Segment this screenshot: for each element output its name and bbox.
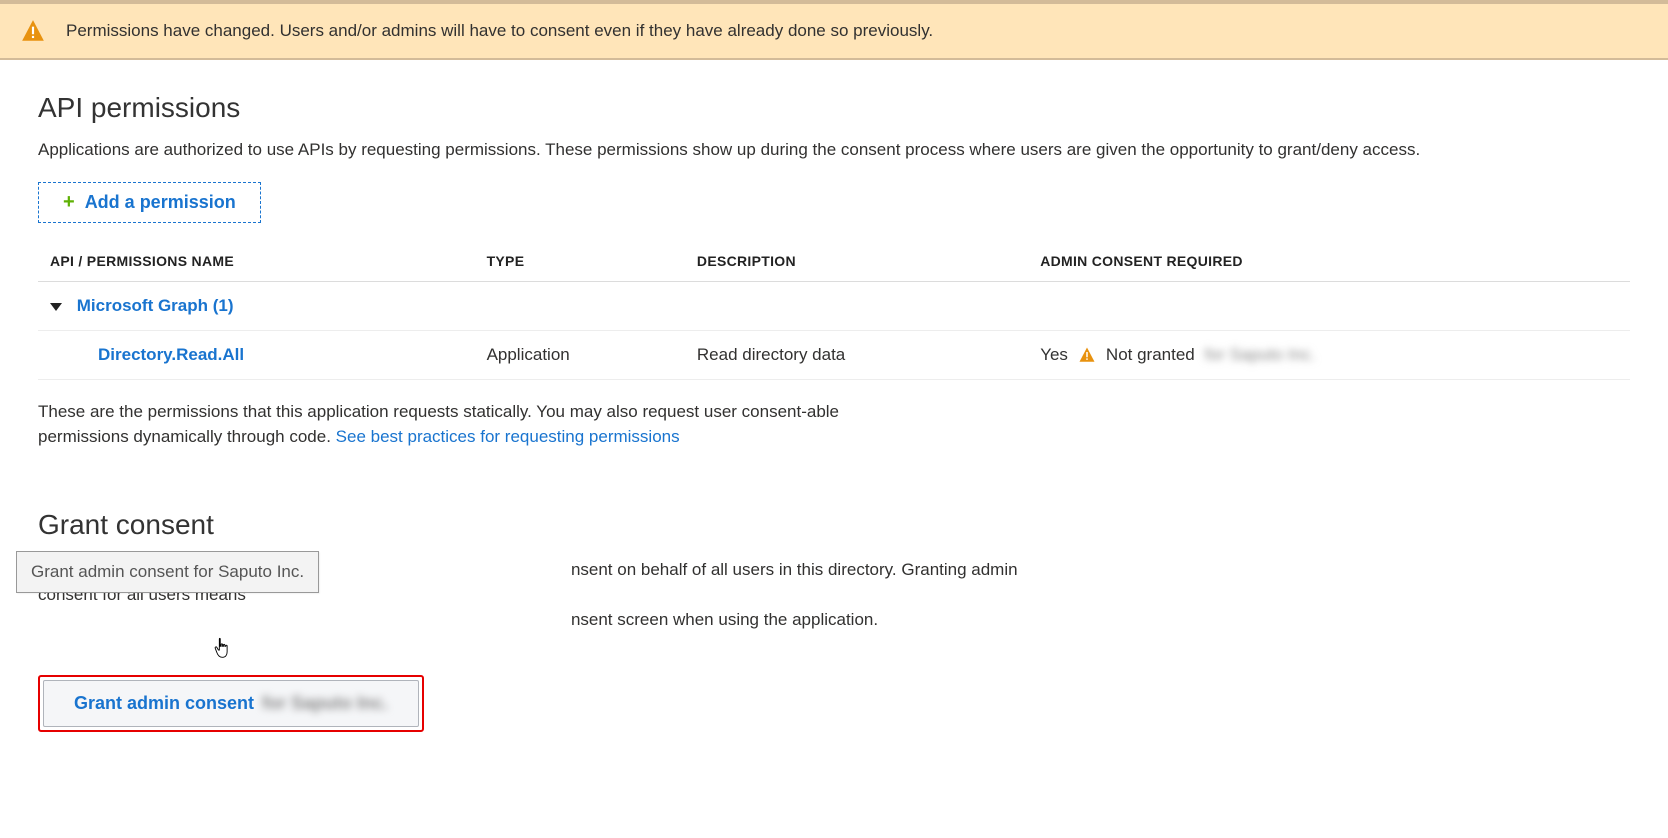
notification-text: Permissions have changed. Users and/or a… <box>66 21 933 41</box>
permissions-table: API / PERMISSIONS NAME TYPE DESCRIPTION … <box>38 241 1630 380</box>
api-permissions-description: Applications are authorized to use APIs … <box>38 140 1630 160</box>
add-permission-button[interactable]: + Add a permission <box>38 182 261 223</box>
col-type: TYPE <box>475 241 685 282</box>
table-header-row: API / PERMISSIONS NAME TYPE DESCRIPTION … <box>38 241 1630 282</box>
main-content: API permissions Applications are authori… <box>0 60 1668 764</box>
api-group-row[interactable]: Microsoft Graph (1) <box>38 282 1630 331</box>
api-permissions-title: API permissions <box>38 92 1630 124</box>
consent-status-cell: Yes Not granted for Saputo Inc. <box>1040 345 1622 365</box>
notification-bar: Permissions have changed. Users and/or a… <box>0 0 1668 60</box>
grant-button-highlight: Grant admin consent for Saputo Inc. <box>38 675 424 732</box>
api-group-label: Microsoft Graph (1) <box>77 296 234 315</box>
consent-status-text: Not granted <box>1106 345 1195 365</box>
warning-icon <box>1078 346 1096 364</box>
grant-button-suffix: for Saputo Inc. <box>262 693 388 714</box>
consent-status-suffix: for Saputo Inc. <box>1205 345 1316 365</box>
col-name: API / PERMISSIONS NAME <box>38 241 475 282</box>
permission-description: Read directory data <box>685 331 1028 380</box>
grant-consent-tooltip: Grant admin consent for Saputo Inc. <box>16 551 319 593</box>
permissions-footnote: These are the permissions that this appl… <box>38 400 928 449</box>
col-description: DESCRIPTION <box>685 241 1028 282</box>
cursor-icon <box>212 637 234 663</box>
grant-button-label: Grant admin consent <box>74 693 254 714</box>
caret-down-icon <box>50 303 62 311</box>
col-admin-consent: ADMIN CONSENT REQUIRED <box>1028 241 1630 282</box>
footnote-link[interactable]: See best practices for requesting permis… <box>336 427 680 446</box>
grant-consent-section: Grant consent Grant admin consent for Sa… <box>38 509 1630 732</box>
admin-required-value: Yes <box>1040 345 1068 365</box>
grant-admin-consent-button[interactable]: Grant admin consent for Saputo Inc. <box>43 680 419 727</box>
permission-row[interactable]: Directory.Read.All Application Read dire… <box>38 331 1630 380</box>
permission-name[interactable]: Directory.Read.All <box>50 345 244 365</box>
permission-type: Application <box>475 331 685 380</box>
warning-icon <box>20 18 46 44</box>
plus-icon: + <box>63 191 75 214</box>
grant-consent-title: Grant consent <box>38 509 1630 541</box>
add-permission-label: Add a permission <box>85 192 236 213</box>
